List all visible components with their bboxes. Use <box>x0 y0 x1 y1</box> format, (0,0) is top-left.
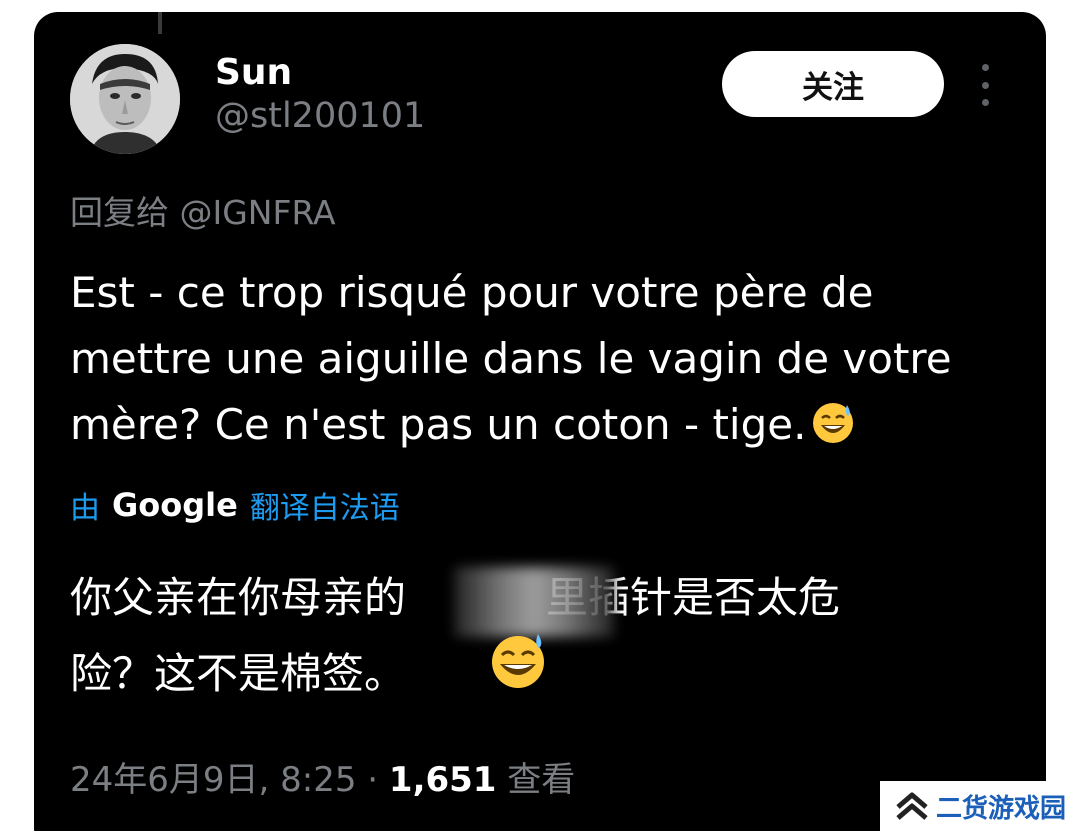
tweet-timestamp[interactable]: 24年6月9日, 8:25 · <box>70 760 389 800</box>
tweet-text: Est - ce trop risqué pour votre père de … <box>70 260 1030 458</box>
more-dot <box>981 64 989 71</box>
more-vertical-icon[interactable] <box>978 64 992 106</box>
translate-prefix: 由 <box>70 491 100 526</box>
tweet-text-line: mère? Ce n'est pas un coton - tige. <box>70 400 807 449</box>
more-dot <box>981 99 989 106</box>
watermark: 二货游戏园 <box>880 781 1080 831</box>
more-dot <box>981 81 989 89</box>
tweet-text-line: Est - ce trop risqué pour votre père de <box>70 268 874 317</box>
double-chevron-up-icon <box>896 792 928 820</box>
person-portrait-avatar-icon <box>70 44 180 154</box>
translate-attribution[interactable]: 由 Google 翻译自法语 <box>70 483 400 527</box>
author-handle[interactable]: @stl200101 <box>215 96 425 136</box>
grinning-sweat-emoji-icon <box>492 634 544 688</box>
tweet-text-line-last: mère? Ce n'est pas un coton - tige. <box>70 392 1030 458</box>
author-display-name[interactable]: Sun <box>215 52 292 93</box>
translated-line: 你父亲在你母亲的 <box>70 573 407 622</box>
author-avatar[interactable] <box>70 44 180 154</box>
translate-suffix: 翻译自法语 <box>249 491 400 526</box>
tweet-text-line: mettre une aiguille dans le vagin de vot… <box>70 334 952 383</box>
views-label: 查看 <box>496 760 576 800</box>
google-logo: Google <box>112 486 238 524</box>
decorative-tick <box>158 12 162 34</box>
tweet-card: Sun @stl200101 关注 回复给 @IGNFRA Est - ce t… <box>34 12 1046 831</box>
watermark-text: 二货游戏园 <box>936 793 1067 824</box>
redaction-blur <box>454 567 614 637</box>
tweet-meta: 24年6月9日, 8:25 · 1,651 查看 <box>70 752 575 801</box>
grinning-sweat-emoji-icon <box>813 403 854 443</box>
translated-line: 险？这不是棉签。 <box>70 649 407 698</box>
follow-button[interactable]: 关注 <box>722 51 944 117</box>
follow-button-label: 关注 <box>802 69 864 106</box>
reply-to-line[interactable]: 回复给 @IGNFRA <box>70 186 336 234</box>
views-count[interactable]: 1,651 <box>389 760 497 800</box>
